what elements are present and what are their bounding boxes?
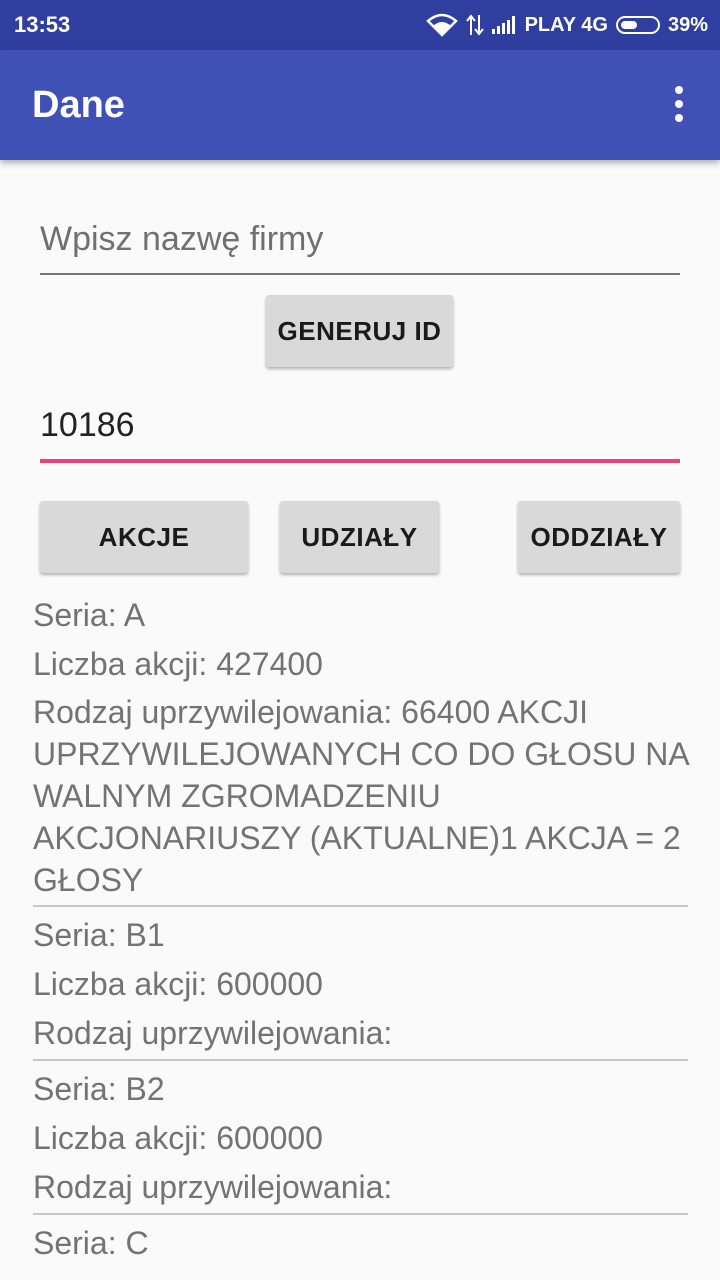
app-title: Dane <box>32 84 125 126</box>
id-input[interactable] <box>40 406 680 445</box>
liczba-akcji-label: Liczba akcji: 427400 <box>33 646 323 682</box>
carrier-label: PLAY 4G <box>524 13 608 36</box>
signal-icon <box>491 16 517 34</box>
rodzaj-label: Rodzaj uprzywilejowania: <box>33 1169 393 1205</box>
seria-label: Seria: A <box>33 597 146 633</box>
seria-label: Seria: B1 <box>33 917 165 953</box>
more-vert-icon[interactable] <box>674 86 684 122</box>
liczba-akcji-label: Liczba akcji: 600000 <box>33 1120 323 1156</box>
app-bar: Dane <box>0 50 720 160</box>
wifi-icon <box>425 13 458 37</box>
list-item[interactable]: Seria: A Liczba akcji: 427400 Rodzaj upr… <box>33 593 688 907</box>
rodzaj-label: Rodzaj uprzywilejowania: <box>33 1015 393 1051</box>
company-name-underline <box>40 273 680 275</box>
company-name-input[interactable] <box>40 220 680 259</box>
akcje-button[interactable]: AKCJE <box>40 501 248 573</box>
seria-label: Seria: C <box>33 1225 149 1261</box>
status-bar: 13:53 PLAY 4G 39% <box>0 0 720 50</box>
battery-percent: 39% <box>667 13 708 36</box>
battery-icon <box>615 16 660 34</box>
seria-label: Seria: B2 <box>33 1071 165 1107</box>
list-item[interactable]: Seria: C <box>33 1221 688 1269</box>
status-icons: PLAY 4G 39% <box>418 12 708 38</box>
oddzialy-button[interactable]: ODDZIAŁY <box>518 501 680 573</box>
list-item[interactable]: Seria: B2 Liczba akcji: 600000 Rodzaj up… <box>33 1067 688 1215</box>
series-list[interactable]: Seria: A Liczba akcji: 427400 Rodzaj upr… <box>33 593 688 1269</box>
data-transfer-icon <box>465 14 484 36</box>
company-name-field-wrapper <box>40 220 680 275</box>
id-field-wrapper <box>40 406 680 463</box>
id-underline <box>40 459 680 463</box>
list-item[interactable]: Seria: B1 Liczba akcji: 600000 Rodzaj up… <box>33 913 688 1061</box>
generate-id-button[interactable]: GENERUJ ID <box>266 295 453 367</box>
liczba-akcji-label: Liczba akcji: 600000 <box>33 966 323 1002</box>
udzialy-button[interactable]: UDZIAŁY <box>280 501 439 573</box>
rodzaj-label: Rodzaj uprzywilejowania: 66400 AKCJI UPR… <box>33 694 688 898</box>
status-time: 13:53 <box>14 12 71 37</box>
